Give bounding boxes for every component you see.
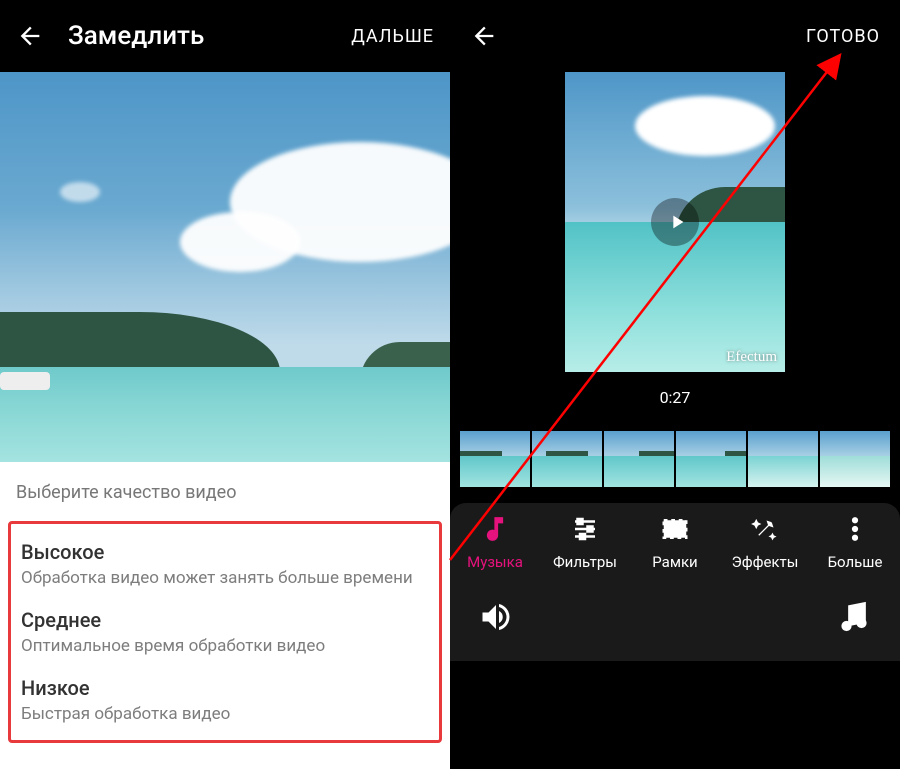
- tab-label: Музыка: [467, 553, 523, 571]
- play-icon[interactable]: [651, 198, 699, 246]
- quality-option-low[interactable]: Низкое Быстрая обработка видео: [11, 666, 439, 734]
- thumb[interactable]: [532, 431, 602, 487]
- quality-option-title: Среднее: [21, 608, 429, 632]
- thumb[interactable]: [676, 431, 746, 487]
- music-icon: [479, 513, 511, 545]
- quality-option-sub: Обработка видео может занять больше врем…: [21, 568, 429, 588]
- more-icon: [839, 513, 871, 545]
- back-arrow-icon[interactable]: [16, 22, 44, 50]
- frames-icon: [659, 513, 691, 545]
- quality-option-medium[interactable]: Среднее Оптимальное время обработки виде…: [11, 598, 439, 666]
- video-preview-right[interactable]: Efectum: [565, 72, 785, 372]
- bottom-bar: [450, 581, 900, 661]
- tab-label: Эффекты: [732, 553, 799, 571]
- tab-label: Больше: [828, 553, 883, 571]
- tab-label: Рамки: [652, 553, 697, 571]
- tab-music[interactable]: Музыка: [450, 513, 540, 571]
- watermark-label: Efectum: [726, 349, 777, 366]
- next-button[interactable]: ДАЛЬШЕ: [351, 26, 434, 47]
- thumb[interactable]: [460, 431, 530, 487]
- editor-tabs: Музыка Фильтры Рамки Эффекты: [450, 503, 900, 581]
- tab-more[interactable]: Больше: [810, 513, 900, 571]
- thumb[interactable]: [820, 431, 890, 487]
- quality-prompt: Выберите качество видео: [16, 482, 434, 503]
- left-header: Замедлить ДАЛЬШЕ: [0, 0, 450, 72]
- filters-icon: [569, 513, 601, 545]
- screen-title: Замедлить: [68, 21, 204, 51]
- quality-option-high[interactable]: Высокое Обработка видео может занять бол…: [11, 530, 439, 598]
- tab-effects[interactable]: Эффекты: [720, 513, 810, 571]
- tab-filters[interactable]: Фильтры: [540, 513, 630, 571]
- right-header: ГОТОВО: [450, 0, 900, 72]
- done-button[interactable]: ГОТОВО: [806, 26, 880, 47]
- music-note-icon[interactable]: [836, 599, 872, 635]
- quality-option-title: Низкое: [21, 676, 429, 700]
- quality-option-sub: Оптимальное время обработки видео: [21, 636, 429, 656]
- effects-icon: [749, 513, 781, 545]
- quality-option-sub: Быстрая обработка видео: [21, 704, 429, 724]
- quality-options-highlight: Высокое Обработка видео может занять бол…: [8, 521, 442, 743]
- tab-frames[interactable]: Рамки: [630, 513, 720, 571]
- editor-screen: ГОТОВО Efectum 0:27: [450, 0, 900, 769]
- thumb[interactable]: [748, 431, 818, 487]
- volume-icon[interactable]: [478, 599, 514, 635]
- quality-select-screen: Замедлить ДАЛЬШЕ Выберите качество видео…: [0, 0, 450, 769]
- quality-option-title: Высокое: [21, 540, 429, 564]
- video-duration: 0:27: [660, 388, 691, 407]
- thumb[interactable]: [604, 431, 674, 487]
- video-preview-left: [0, 72, 450, 462]
- tab-label: Фильтры: [553, 553, 617, 571]
- timeline-thumbs[interactable]: [460, 431, 890, 487]
- back-arrow-icon[interactable]: [470, 22, 498, 50]
